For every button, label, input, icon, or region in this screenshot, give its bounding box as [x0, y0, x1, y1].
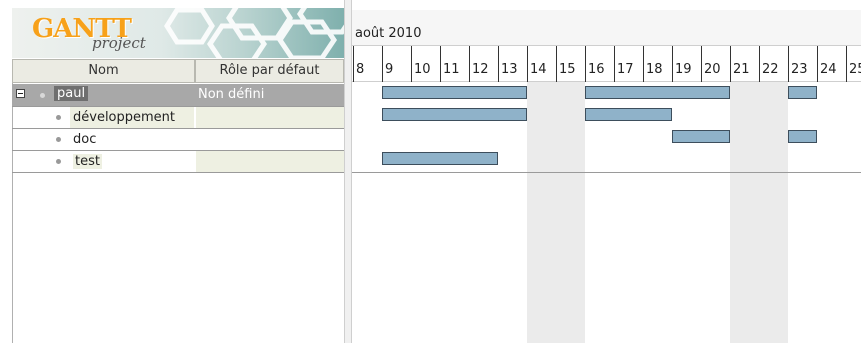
resource-row-paul[interactable]: paul Non défini [12, 84, 344, 106]
assignment-row[interactable]: test [12, 151, 344, 173]
weekend-column [556, 82, 585, 343]
day-column-header: 14 [527, 46, 556, 82]
timeline-month-header: août 2010 [352, 10, 861, 46]
assignment-name: doc [73, 132, 97, 147]
day-column-header: 17 [614, 46, 643, 82]
load-bar[interactable] [585, 108, 672, 121]
assignment-bullet-icon [56, 115, 61, 120]
day-column-header: 19 [672, 46, 701, 82]
assignment-role-cell[interactable] [196, 129, 344, 151]
day-column-header: 15 [556, 46, 585, 82]
day-label: 24 [820, 62, 837, 77]
assignment-row[interactable]: doc [12, 129, 344, 151]
resource-role-cell[interactable]: Non défini [196, 84, 344, 106]
assignment-name-cell[interactable]: test [70, 151, 194, 173]
load-bar[interactable] [382, 152, 498, 165]
day-label: 16 [588, 62, 605, 77]
day-column-header: 12 [469, 46, 498, 82]
day-label: 22 [762, 62, 779, 77]
day-label: 25 [849, 62, 861, 77]
day-label: 9 [385, 62, 394, 77]
day-column-header: 16 [585, 46, 614, 82]
day-label: 13 [501, 62, 518, 77]
weekend-column [730, 82, 759, 343]
assignment-name: test [73, 154, 102, 169]
day-label: 8 [356, 62, 365, 77]
day-column-header: 20 [701, 46, 730, 82]
weekend-column [527, 82, 556, 343]
assignment-bullet-icon [56, 159, 61, 164]
month-label: août 2010 [355, 26, 422, 41]
day-column-header: 9 [382, 46, 411, 82]
day-column-header: 23 [788, 46, 817, 82]
split-pane-divider[interactable] [344, 0, 352, 343]
resource-name: paul [54, 86, 89, 101]
assignment-bullet-icon [56, 137, 61, 142]
resource-panel: GANTT project Nom Rôle par défaut paul N… [0, 0, 344, 343]
weekend-column [759, 82, 788, 343]
load-bar[interactable] [788, 130, 817, 143]
day-label: 15 [559, 62, 576, 77]
day-column-header: 22 [759, 46, 788, 82]
logo-subtitle: project [92, 34, 146, 52]
day-label: 20 [704, 62, 721, 77]
day-column-header: 8 [353, 46, 382, 82]
app-logo: GANTT project [12, 8, 344, 58]
row-separator [12, 172, 344, 173]
day-column-header: 18 [643, 46, 672, 82]
day-column-header: 24 [817, 46, 846, 82]
day-label: 10 [414, 62, 431, 77]
gantt-chart-area[interactable]: août 2010 8 9 10 11 12 13 14 15 16 17 18 19 20 21 22 23… [352, 10, 861, 343]
assignment-name-cell[interactable]: doc [70, 129, 194, 151]
assignment-name: développement [73, 110, 176, 125]
day-label: 21 [733, 62, 750, 77]
load-bar[interactable] [382, 108, 527, 121]
day-column-header: 21 [730, 46, 759, 82]
day-label: 18 [646, 62, 663, 77]
day-column-header: 10 [411, 46, 440, 82]
column-header-name[interactable]: Nom [12, 59, 195, 83]
day-column-header: 13 [498, 46, 527, 82]
day-label: 17 [617, 62, 634, 77]
assignment-name-cell[interactable]: développement [70, 107, 194, 129]
day-label: 12 [472, 62, 489, 77]
load-bar[interactable] [672, 130, 730, 143]
chart-row-end-line [352, 172, 861, 173]
day-label: 19 [675, 62, 692, 77]
day-label: 23 [791, 62, 808, 77]
load-bar[interactable] [585, 86, 730, 99]
load-bar[interactable] [382, 86, 527, 99]
day-label: 11 [443, 62, 460, 77]
assignment-role-cell[interactable] [196, 151, 344, 173]
day-column-header: 11 [440, 46, 469, 82]
assignment-row[interactable]: développement [12, 107, 344, 129]
resource-name-cell[interactable]: paul [12, 84, 194, 106]
assignment-role-cell[interactable] [196, 107, 344, 129]
day-column-header: 25 [846, 46, 861, 82]
day-label: 14 [530, 62, 547, 77]
timeline-day-header: 8 9 10 11 12 13 14 15 16 17 18 19 20 21 22 23 24 25 [352, 46, 861, 82]
resource-role: Non défini [198, 87, 265, 102]
column-header-role[interactable]: Rôle par défaut [195, 59, 344, 83]
load-bar[interactable] [788, 86, 817, 99]
